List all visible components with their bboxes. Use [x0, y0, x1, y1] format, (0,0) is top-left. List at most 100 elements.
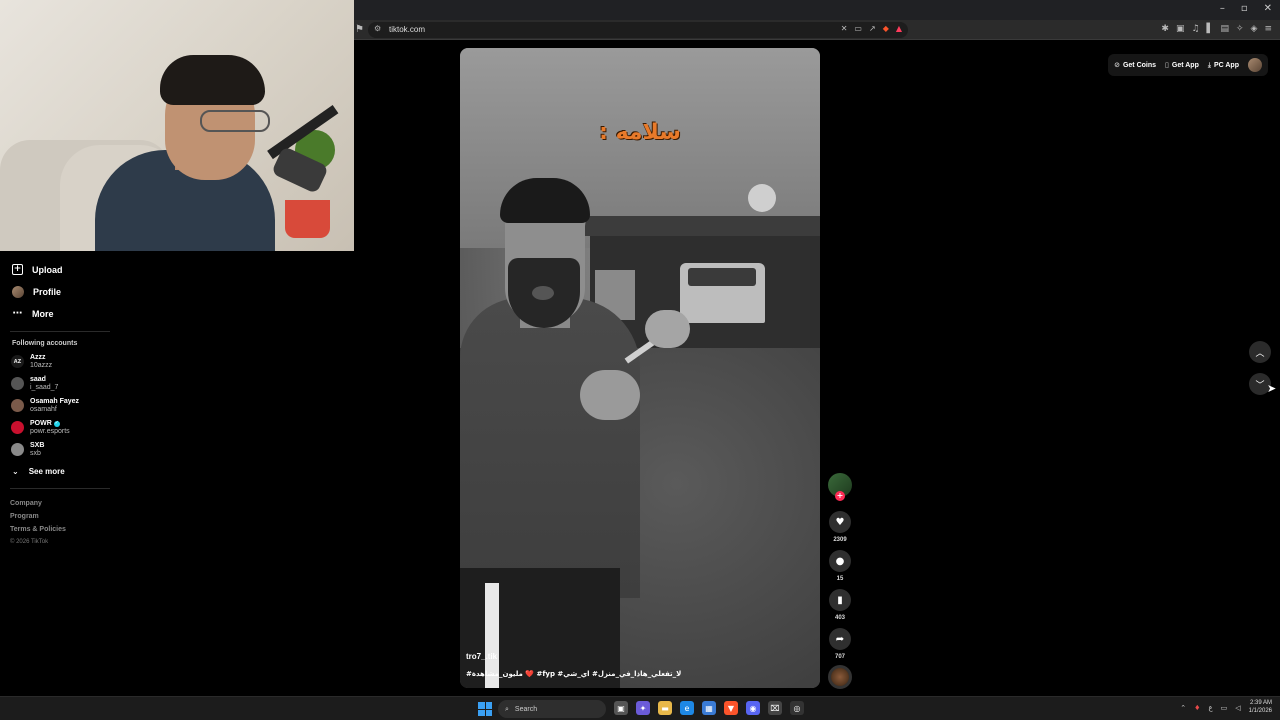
- pc-app-button[interactable]: ⤓ PC App: [1208, 61, 1239, 70]
- sidebar: + Upload Profile ⋯ More Following accoun…: [0, 251, 120, 696]
- see-more-label: See more: [28, 467, 65, 476]
- mouse-cursor-icon: ➤: [1267, 382, 1277, 395]
- leo-ai-icon[interactable]: ✧: [1236, 24, 1244, 34]
- windows-logo-icon: [478, 709, 485, 716]
- language-indicator[interactable]: ع: [1208, 704, 1212, 712]
- account-text: Osamah Fayez osamahf: [30, 398, 79, 413]
- obs-icon[interactable]: ◎: [790, 701, 804, 715]
- account-text: POWR ✓ powr.esports: [30, 420, 70, 435]
- copilot-icon[interactable]: ✦: [636, 701, 650, 715]
- clock[interactable]: 2:39 AM 1/1/2026: [1249, 700, 1272, 716]
- following-account[interactable]: Osamah Fayez osamahf: [11, 398, 79, 413]
- avatar: AZ: [11, 355, 24, 369]
- mute-tab-icon[interactable]: ✕: [841, 24, 848, 33]
- footer-link-program[interactable]: Program: [10, 513, 39, 520]
- account-name-text: POWR: [30, 420, 52, 427]
- video-roof: [583, 216, 820, 236]
- url-text[interactable]: tiktok.com: [389, 25, 425, 34]
- sidebar-item-profile[interactable]: Profile: [12, 286, 61, 298]
- brave-rewards-icon[interactable]: ▲: [896, 24, 902, 33]
- store-icon[interactable]: ▦: [702, 701, 716, 715]
- see-more-button[interactable]: ⌄ See more: [12, 467, 65, 476]
- previous-video-button[interactable]: ︿: [1249, 341, 1271, 363]
- window-controls: – ▫ ✕: [1220, 3, 1272, 14]
- get-app-label: Get App: [1171, 61, 1199, 69]
- brave-icon[interactable]: ▼: [724, 701, 738, 715]
- site-settings-icon[interactable]: ⚙: [374, 24, 381, 33]
- like-count: 2309: [833, 537, 847, 543]
- phone-icon: ▯: [1165, 61, 1169, 69]
- account-text: SXB sxb: [30, 442, 44, 457]
- taskbar-search[interactable]: ⌕ Search: [498, 700, 606, 718]
- close-button[interactable]: ✕: [1264, 3, 1272, 14]
- share-icon[interactable]: ↗: [869, 24, 876, 33]
- pc-app-label: PC App: [1213, 61, 1239, 69]
- app-icon[interactable]: ⌧: [768, 701, 782, 715]
- video-player[interactable]: سلامه : tro7_.tik لا_تفعلي_هاذا_في_منزل#…: [460, 48, 820, 688]
- video-person-hand-raised: [645, 310, 690, 348]
- sidebar-item-upload[interactable]: + Upload: [12, 264, 63, 275]
- following-account[interactable]: POWR ✓ powr.esports: [11, 420, 70, 435]
- get-coins-button[interactable]: ⊘ Get Coins: [1114, 61, 1156, 69]
- network-icon[interactable]: ▭: [1221, 704, 1228, 712]
- account-name: Azzz: [30, 354, 46, 361]
- video-caption[interactable]: لا_تفعلي_هاذا_في_منزل# اي_شي# fyp# ❤️ مل…: [466, 670, 766, 678]
- file-explorer-icon[interactable]: ▬: [658, 701, 672, 715]
- video-dome: [748, 184, 776, 212]
- puzzle-icon[interactable]: ✱: [1161, 24, 1169, 34]
- bookmark-icon: ▮: [837, 594, 843, 606]
- follow-plus-icon[interactable]: +: [835, 491, 845, 501]
- bookmark-icon[interactable]: ⚑: [355, 24, 364, 35]
- share-button[interactable]: ➦: [829, 628, 851, 650]
- following-account[interactable]: saad i_saad_7: [11, 376, 58, 391]
- save-count: 403: [834, 615, 845, 621]
- taskbar-search-label: Search: [514, 705, 538, 713]
- avatar: [11, 377, 24, 391]
- following-account[interactable]: SXB sxb: [11, 442, 44, 457]
- address-bar[interactable]: ⚙ tiktok.com ✕ ▭ ↗ ◆ ▲: [368, 22, 908, 38]
- clock-date: 1/1/2026: [1248, 707, 1272, 714]
- cast-icon[interactable]: ▭: [854, 24, 862, 33]
- vpn-icon[interactable]: ◈: [1251, 24, 1258, 34]
- edge-icon[interactable]: e: [680, 701, 694, 715]
- get-coins-label: Get Coins: [1122, 61, 1157, 69]
- minimize-button[interactable]: –: [1220, 3, 1225, 14]
- ellipsis-icon: ⋯: [12, 308, 23, 319]
- webcam-overlay: [0, 0, 354, 251]
- chevron-up-icon[interactable]: ⌃: [1180, 704, 1186, 712]
- extension-toolbar: ✱ ▣ ♫ ▌ ▤ ✧ ◈ ≡: [1161, 24, 1272, 34]
- sidebar-item-more[interactable]: ⋯ More: [12, 308, 54, 319]
- video-person-hand: [580, 370, 640, 420]
- menu-icon[interactable]: ≡: [1264, 24, 1272, 34]
- system-tray: ⌃ ♦ ع ▭ ◁ 2:39 AM 1/1/2026: [1180, 700, 1272, 716]
- footer-link-terms[interactable]: Terms & Policies: [10, 526, 66, 533]
- volume-icon[interactable]: ◁: [1235, 704, 1240, 712]
- music-disc[interactable]: [828, 665, 852, 689]
- task-view-icon[interactable]: ▣: [614, 701, 628, 715]
- wallet-icon[interactable]: ▤: [1220, 24, 1229, 34]
- following-account[interactable]: AZ Azzz 10azzz: [11, 354, 52, 369]
- windows-logo-icon: [478, 702, 485, 709]
- microphone-icon[interactable]: ♦: [1194, 704, 1200, 712]
- video-person-torso: [460, 298, 640, 598]
- account-name: Osamah Fayez: [30, 398, 80, 405]
- sidebar-icon[interactable]: ▌: [1207, 24, 1214, 34]
- restore-button[interactable]: ▫: [1241, 3, 1248, 14]
- footer-link-company[interactable]: Company: [10, 500, 42, 507]
- screenshot-icon[interactable]: ▣: [1176, 24, 1185, 34]
- sidebar-item-label: More: [32, 308, 54, 319]
- like-button[interactable]: ♥: [829, 511, 851, 533]
- brave-shields-icon[interactable]: ◆: [883, 24, 889, 33]
- windows-logo-icon: [485, 702, 492, 709]
- video-author-username[interactable]: tro7_.tik: [466, 652, 497, 661]
- account-name: POWR ✓: [30, 420, 70, 428]
- save-button[interactable]: ▮: [829, 589, 851, 611]
- video-person-mouth: [532, 286, 554, 300]
- avatar[interactable]: [1248, 58, 1262, 72]
- comment-count: 15: [836, 576, 844, 582]
- music-icon[interactable]: ♫: [1191, 24, 1199, 34]
- get-app-button[interactable]: ▯ Get App: [1165, 61, 1199, 69]
- discord-icon[interactable]: ◉: [746, 701, 760, 715]
- comment-button[interactable]: ●: [829, 550, 851, 572]
- start-button[interactable]: [478, 702, 492, 716]
